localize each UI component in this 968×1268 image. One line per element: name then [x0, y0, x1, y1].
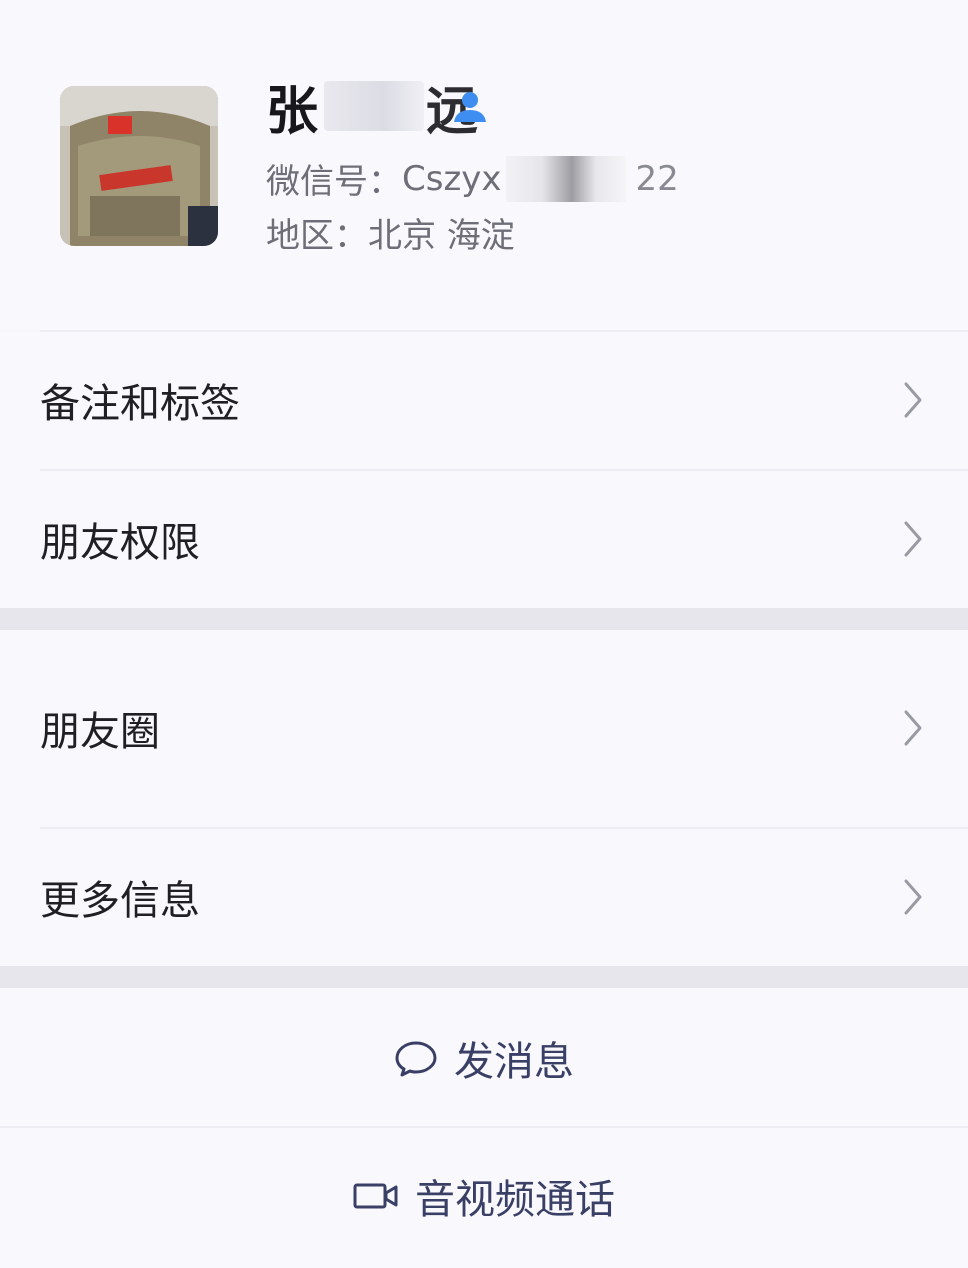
- wechat-id-prefix: Cszyx: [402, 158, 502, 199]
- send-message-button[interactable]: 发消息: [0, 990, 968, 1126]
- menu-section-2: 朋友圈 更多信息: [0, 630, 968, 966]
- section-separator: [0, 966, 968, 988]
- chat-bubble-icon: [395, 1041, 437, 1077]
- chevron-right-icon: [904, 879, 922, 915]
- menu-item-moments[interactable]: 朋友圈: [0, 660, 968, 796]
- name-redaction: [324, 81, 425, 131]
- menu-item-more-info[interactable]: 更多信息: [0, 829, 968, 965]
- section-separator: [0, 608, 968, 630]
- video-call-label: 音视频通话: [415, 1177, 615, 1223]
- chevron-right-icon: [904, 710, 922, 746]
- menu-item-label: 朋友圈: [40, 709, 160, 755]
- region: 地区：北京 海淀: [266, 216, 515, 256]
- menu-item-remarks-tags[interactable]: 备注和标签: [0, 332, 968, 468]
- menu-item-friend-permissions[interactable]: 朋友权限: [0, 471, 968, 607]
- menu-item-label: 更多信息: [40, 878, 200, 924]
- menu-section-1: 备注和标签 朋友权限: [0, 332, 968, 608]
- wechat-id-label: 微信号：: [266, 162, 402, 202]
- wechat-id-redaction: [505, 155, 626, 202]
- menu-item-label: 朋友权限: [40, 520, 200, 566]
- profile-header: 张 远 微信号： Cszyx 22 地区：北京 海淀: [0, 0, 968, 330]
- menu-item-label: 备注和标签: [40, 381, 240, 427]
- chevron-right-icon: [904, 521, 922, 557]
- video-camera-icon: [353, 1183, 398, 1209]
- wechat-id: 微信号： Cszyx 22: [266, 154, 679, 203]
- avatar[interactable]: [60, 86, 218, 246]
- action-section: 发消息 音视频通话: [0, 988, 968, 1268]
- contact-name: 张 远: [266, 72, 478, 142]
- contact-name-text: 张: [266, 81, 321, 142]
- chevron-right-icon: [904, 382, 922, 418]
- video-call-button[interactable]: 音视频通话: [0, 1128, 968, 1264]
- send-message-label: 发消息: [454, 1039, 574, 1085]
- contact-person-icon: [454, 92, 486, 122]
- wechat-id-tail: 22: [635, 158, 679, 199]
